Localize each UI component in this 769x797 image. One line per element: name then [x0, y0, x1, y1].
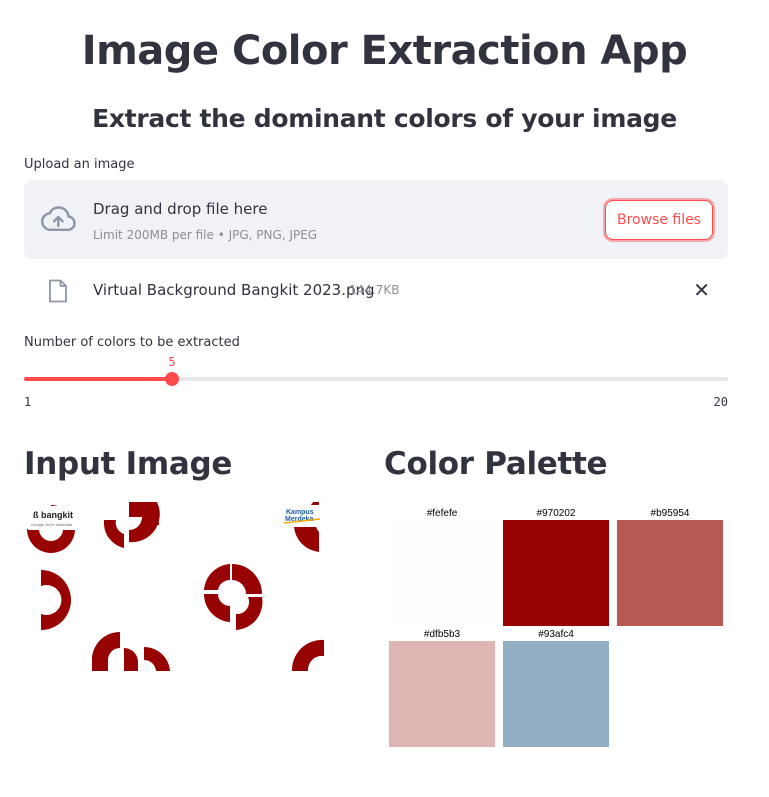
uploaded-file-row: Virtual Background Bangkit 2023.png 144.…	[24, 270, 728, 310]
file-dropzone[interactable]: Drag and drop file here Limit 200MB per …	[24, 180, 728, 259]
swatch-hex-label: #fefefe	[426, 508, 458, 519]
slider-fill	[24, 377, 172, 381]
dropzone-instructions: Drag and drop file here	[93, 200, 268, 218]
close-icon[interactable]: ✕	[693, 278, 710, 302]
page-title: Image Color Extraction App	[81, 28, 688, 74]
slider-max-label: 20	[713, 395, 728, 409]
input-image-graphic: ß bangkit Google GoTo traveloka Kampus M…	[24, 502, 324, 671]
slider-current-value: 5	[168, 355, 176, 369]
page-subtitle: Extract the dominant colors of your imag…	[92, 104, 677, 133]
browse-files-button[interactable]: Browse files	[605, 200, 713, 240]
input-image: ß bangkit Google GoTo traveloka Kampus M…	[24, 502, 324, 671]
color-palette-heading: Color Palette	[384, 446, 608, 482]
dropzone-limit: Limit 200MB per file • JPG, PNG, JPEG	[93, 228, 318, 242]
cloud-upload-icon	[40, 206, 76, 231]
swatch-color	[617, 520, 723, 626]
bangkit-logo: ß bangkit	[33, 510, 73, 520]
swatch-hex-label: #93afc4	[538, 629, 574, 640]
partner-logos: Google GoTo traveloka	[31, 522, 73, 527]
swatch-color	[389, 641, 495, 747]
uploaded-file-name: Virtual Background Bangkit 2023.png	[93, 281, 375, 299]
swatch-color	[389, 520, 495, 626]
slider-label: Number of colors to be extracted	[24, 335, 240, 350]
input-image-heading: Input Image	[24, 446, 233, 482]
swatch-hex-label: #b95954	[650, 508, 690, 519]
slider-min-label: 1	[24, 395, 32, 409]
file-icon	[49, 279, 67, 303]
swatch-hex-label: #970202	[536, 508, 576, 519]
colors-count-slider[interactable]	[24, 372, 728, 386]
kampus-merdeka-logo: Kampus	[286, 509, 314, 516]
upload-label: Upload an image	[24, 157, 135, 172]
slider-thumb[interactable]	[165, 372, 179, 386]
uploaded-file-size: 144.7KB	[349, 283, 400, 297]
swatch-color	[503, 520, 609, 626]
swatch-color	[503, 641, 609, 747]
swatch-hex-label: #dfb5b3	[423, 629, 461, 640]
